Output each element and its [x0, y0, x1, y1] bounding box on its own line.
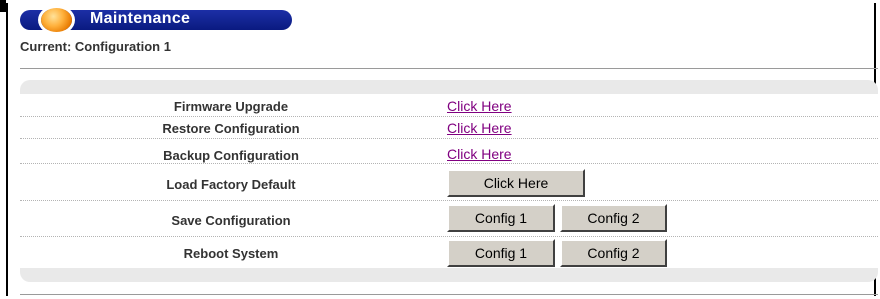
- reboot-system-label: Reboot System: [183, 246, 279, 261]
- row-reboot-system: Reboot System Config 1 Config 2: [20, 237, 878, 268]
- save-configuration-label: Save Configuration: [171, 213, 291, 228]
- maintenance-page: Maintenance Current: Configuration 1 Fir…: [0, 0, 880, 299]
- page-title: Maintenance: [90, 10, 191, 27]
- row-backup-configuration: Backup Configuration Click Here: [20, 139, 878, 164]
- row-firmware-upgrade: Firmware Upgrade Click Here: [20, 96, 878, 117]
- current-configuration: Current: Configuration 1: [20, 39, 171, 54]
- reboot-config-1-button[interactable]: Config 1: [447, 239, 555, 267]
- backup-configuration-label: Backup Configuration: [163, 148, 299, 163]
- save-config-1-button[interactable]: Config 1: [447, 204, 555, 232]
- row-load-factory-default: Load Factory Default Click Here: [20, 164, 878, 201]
- orb-icon: [41, 8, 72, 32]
- load-factory-default-label: Load Factory Default: [166, 177, 296, 192]
- row-restore-configuration: Restore Configuration Click Here: [20, 117, 878, 139]
- corner-mark: [0, 0, 6, 12]
- firmware-upgrade-label: Firmware Upgrade: [173, 99, 289, 114]
- divider-top: [20, 68, 878, 69]
- divider-bottom: [20, 294, 878, 295]
- reboot-config-2-button[interactable]: Config 2: [560, 239, 667, 267]
- save-config-2-button[interactable]: Config 2: [560, 204, 667, 232]
- restore-configuration-label: Restore Configuration: [162, 121, 300, 136]
- backup-configuration-link[interactable]: Click Here: [447, 146, 512, 162]
- restore-configuration-link[interactable]: Click Here: [447, 120, 512, 136]
- row-save-configuration: Save Configuration Config 1 Config 2: [20, 201, 878, 237]
- firmware-upgrade-link[interactable]: Click Here: [447, 98, 512, 114]
- load-factory-default-button[interactable]: Click Here: [447, 169, 585, 197]
